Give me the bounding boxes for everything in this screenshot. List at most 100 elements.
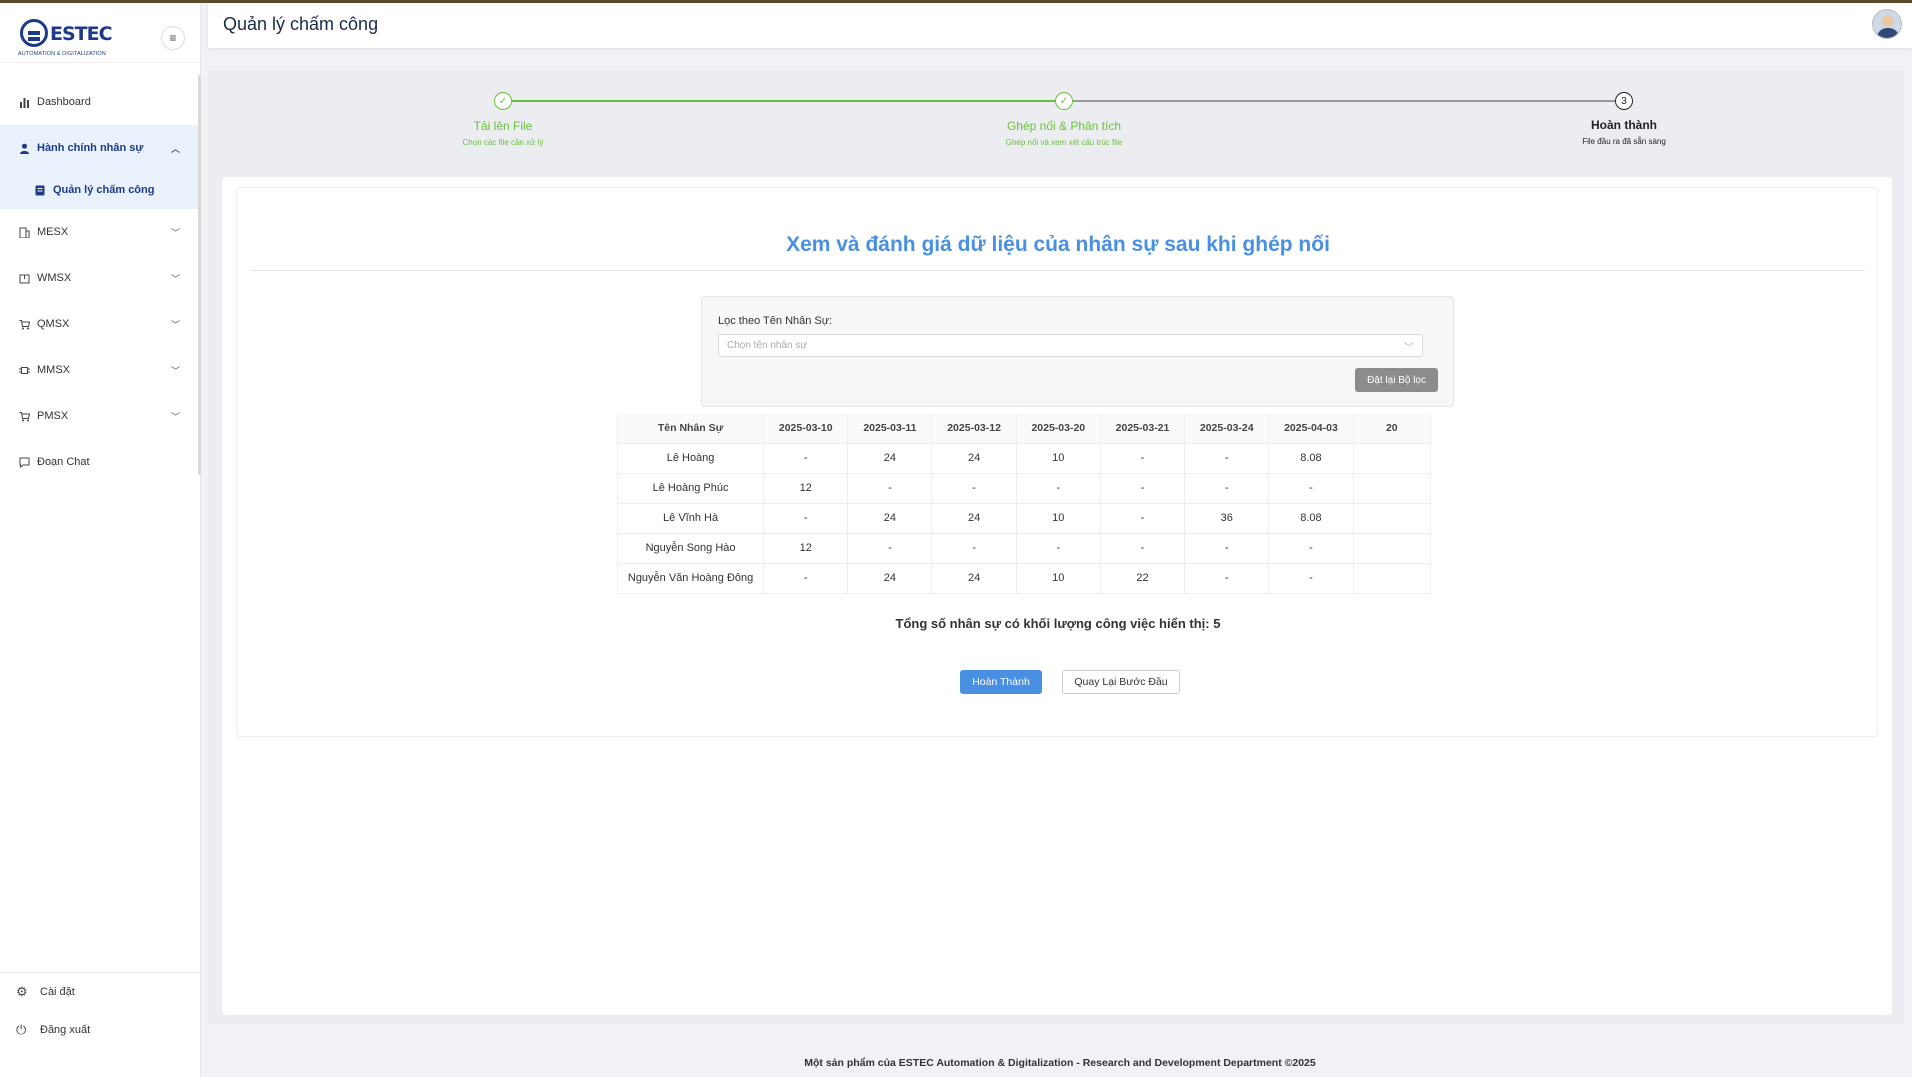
cell-name: Lê Hoàng Phúc — [617, 473, 765, 504]
settings-button[interactable]: ⚙ Cài đặt — [0, 973, 201, 1011]
table-cell: - — [931, 533, 1017, 564]
col-header-date: 2025-03-24 — [1184, 413, 1270, 444]
table-cell: - — [1184, 563, 1270, 594]
total-summary: Tổng số nhân sự có khối lượng công việc … — [237, 616, 1879, 631]
document-icon — [34, 184, 46, 196]
table-cell: - — [1268, 563, 1354, 594]
table-cell: - — [931, 473, 1017, 504]
table-cell: - — [1184, 533, 1270, 564]
table-cell: 12 — [763, 533, 849, 564]
logo-text: ESTEC — [50, 23, 113, 45]
total-value: 5 — [1213, 616, 1221, 631]
chevron-down-icon: ﹀ — [1404, 343, 1414, 354]
result-card: Xem và đánh giá dữ liệu của nhân sự sau … — [222, 177, 1892, 1015]
sidebar-item-chat[interactable]: Đoạn Chat — [0, 439, 198, 485]
step-1-title: Tải lên File — [473, 119, 533, 133]
finish-button[interactable]: Hoàn Thành — [960, 670, 1042, 694]
table-cell: 10 — [1016, 443, 1101, 474]
reset-filter-button[interactable]: Đặt lại Bộ lọc — [1355, 368, 1438, 392]
table-row: Nguyễn Song Hào 12 - - - - - - — [617, 533, 1431, 564]
cell-name: Lê Vĩnh Hà — [617, 503, 765, 534]
chevron-down-icon: ﹀ — [170, 227, 180, 238]
sidebar-nav: Dashboard Hành chính nhân sự ︿ Quản lý c… — [0, 79, 198, 485]
chip-icon — [18, 364, 30, 376]
sidebar-item-label: MESX — [37, 226, 69, 238]
gear-icon: ⚙ — [16, 984, 28, 999]
sidebar-item-dashboard[interactable]: Dashboard — [0, 79, 198, 125]
chevron-down-icon: ﹀ — [170, 365, 180, 376]
table-cell — [1353, 563, 1431, 594]
user-icon — [18, 142, 30, 154]
avatar-head — [1882, 15, 1894, 27]
table-cell: 12 — [763, 473, 849, 504]
table-header-row: Tên Nhân Sự 2025-03-10 2025-03-11 2025-0… — [617, 413, 1431, 444]
table-cell: 24 — [847, 443, 933, 474]
stepper: ✓ Tải lên File Chọn các file cần xử lý ✓… — [208, 70, 1904, 174]
chevron-down-icon: ﹀ — [170, 411, 180, 422]
sidebar-item-mesx[interactable]: MESX ﹀ — [0, 209, 198, 255]
step-2-desc: Ghép nối và xem xét cấu trúc file — [1005, 138, 1123, 147]
table-cell: - — [763, 503, 849, 534]
table-cell: 24 — [847, 503, 933, 534]
table-cell: 36 — [1184, 503, 1270, 534]
attendance-table: Tên Nhân Sự 2025-03-10 2025-03-11 2025-0… — [617, 413, 1431, 594]
table-cell: 10 — [1016, 563, 1101, 594]
table-cell: - — [1268, 533, 1354, 564]
table-cell: 8.08 — [1268, 443, 1354, 474]
review-panel: Xem và đánh giá dữ liệu của nhân sự sau … — [236, 187, 1878, 737]
step-1-desc: Chọn các file cần xử lý — [462, 138, 544, 147]
col-header-date: 2025-03-11 — [847, 413, 933, 444]
sidebar-item-wmsx[interactable]: WMSX ﹀ — [0, 255, 198, 301]
settings-label: Cài đặt — [40, 986, 75, 998]
sidebar-item-label: PMSX — [37, 410, 69, 422]
page-title: Quản lý chấm công — [223, 14, 379, 34]
col-header-name: Tên Nhân Sự — [617, 413, 765, 444]
sidebar-item-label: Dashboard — [37, 96, 91, 108]
table-cell — [1353, 473, 1431, 504]
table-cell: - — [1184, 473, 1270, 504]
table-cell: - — [1016, 473, 1101, 504]
select-placeholder: Chọn tên nhân sự — [727, 340, 808, 351]
logout-button[interactable]: ⏻ Đăng xuất — [0, 1011, 201, 1049]
step-2-check-icon: ✓ — [1055, 92, 1073, 110]
avatar[interactable] — [1872, 9, 1902, 39]
sidebar-scrollbar[interactable] — [198, 75, 201, 475]
table-cell: 8.08 — [1268, 503, 1354, 534]
col-header-date: 2025-03-10 — [763, 413, 849, 444]
sidebar-item-pmsx[interactable]: PMSX ﹀ — [0, 393, 198, 439]
hamburger-icon: ≡ — [169, 31, 177, 45]
sidebar-item-mmsx[interactable]: MMSX ﹀ — [0, 347, 198, 393]
estec-logo[interactable]: ESTEC AUTOMATION & DIGITALIZATION — [18, 17, 113, 59]
sidebar-item-hr[interactable]: Hành chính nhân sự ︿ — [0, 125, 198, 171]
table-row: Lê Hoàng Phúc 12 - - - - - - — [617, 473, 1431, 504]
table-cell: 24 — [931, 503, 1017, 534]
cell-name: Nguyễn Song Hào — [617, 533, 765, 564]
employee-name-select[interactable]: Chọn tên nhân sự ﹀ — [718, 334, 1423, 357]
table-cell: - — [1100, 443, 1186, 474]
col-header-date: 2025-03-21 — [1100, 413, 1186, 444]
sidebar-item-qmsx[interactable]: QMSX ﹀ — [0, 301, 198, 347]
table-cell: - — [1100, 533, 1186, 564]
back-to-start-button[interactable]: Quay Lại Bước Đầu — [1062, 670, 1180, 694]
step-connector-1 — [512, 100, 1055, 102]
step-2-title: Ghép nối & Phân tích — [1006, 119, 1122, 133]
sidebar-item-attendance[interactable]: Quản lý chấm công — [0, 171, 198, 209]
cart-icon — [18, 318, 30, 330]
table-cell: 22 — [1100, 563, 1186, 594]
table-cell: - — [1100, 473, 1186, 504]
bar-chart-icon — [18, 96, 30, 108]
chat-icon — [18, 456, 30, 468]
step-connector-2 — [1073, 100, 1617, 102]
chevron-up-icon: ︿ — [170, 143, 180, 154]
filter-label: Lọc theo Tên Nhân Sự: — [718, 315, 833, 327]
table-cell: - — [1016, 533, 1101, 564]
table-row: Lê Hoàng - 24 24 10 - - 8.08 — [617, 443, 1431, 474]
cell-name: Lê Hoàng — [617, 443, 765, 474]
table-cell: 10 — [1016, 503, 1101, 534]
attendance-table-wrapper[interactable]: Tên Nhân Sự 2025-03-10 2025-03-11 2025-0… — [617, 413, 1431, 596]
table-cell — [1353, 443, 1431, 474]
table-cell: - — [1184, 443, 1270, 474]
menu-toggle-button[interactable]: ≡ — [161, 26, 185, 50]
col-header-date: 2025-03-20 — [1016, 413, 1101, 444]
sidebar-item-label: WMSX — [37, 272, 72, 284]
